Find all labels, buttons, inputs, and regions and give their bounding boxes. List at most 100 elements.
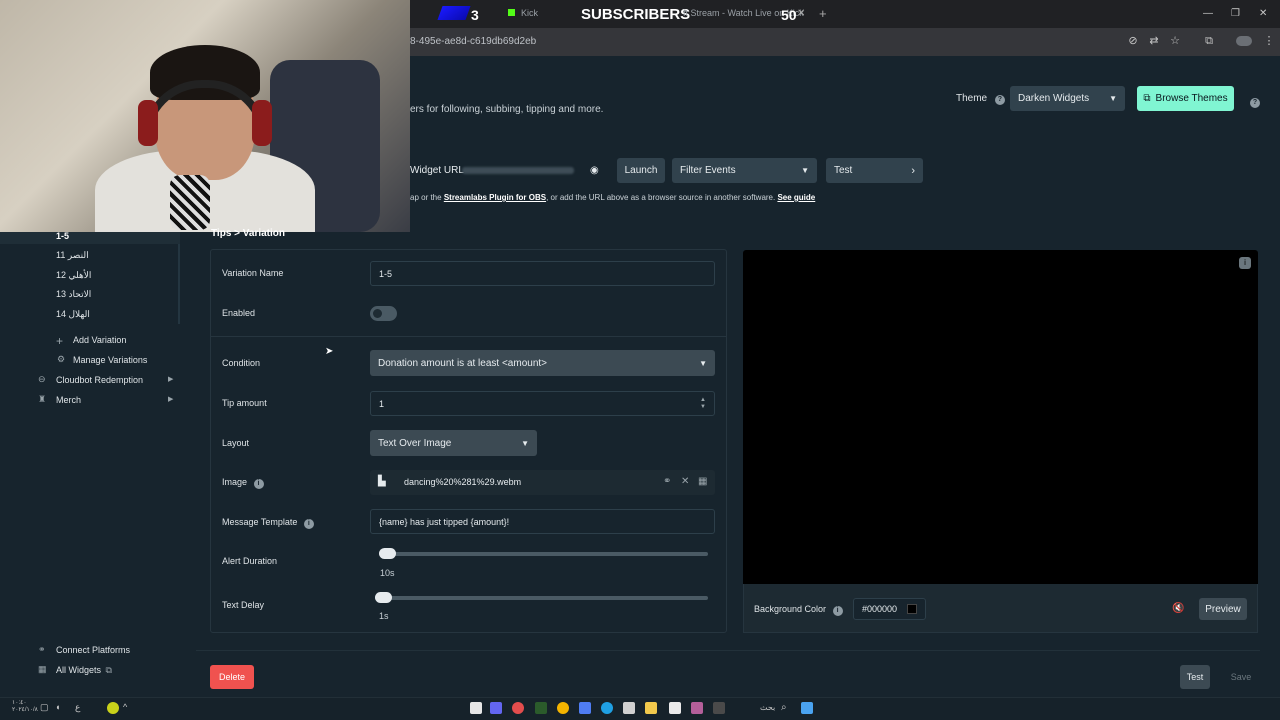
eye-off-icon[interactable]: ⊘	[1127, 35, 1139, 47]
store-icon[interactable]	[623, 702, 635, 714]
taskbar-app-icon[interactable]	[470, 702, 482, 714]
theme-info-icon[interactable]: ?	[994, 95, 1005, 105]
cloudbot-redemption-link[interactable]: Cloudbot Redemption	[56, 375, 143, 385]
add-variation-link[interactable]: Add Variation	[73, 335, 126, 345]
taskbar-search-label[interactable]: بحث	[760, 703, 775, 712]
new-tab-icon[interactable]: +	[819, 6, 827, 21]
clock-date: ٢٠٢٤/١٠/٨	[12, 707, 38, 713]
minimize-icon[interactable]: —	[1203, 8, 1213, 19]
stepper-icon[interactable]: ▲ ▼	[700, 397, 706, 411]
grid-icon[interactable]: ▦	[698, 476, 707, 487]
task-view-icon[interactable]	[713, 702, 725, 714]
tray-chevron-icon[interactable]: ^	[123, 702, 127, 712]
filter-events-select[interactable]: Filter Events ▼	[672, 158, 817, 183]
tray-app-icon[interactable]	[107, 702, 119, 714]
variation-name-input[interactable]: 1-5	[370, 261, 715, 286]
guide-mid: , or add the URL above as a browser sour…	[546, 193, 778, 202]
variation-item-1[interactable]: 1-5	[56, 231, 69, 241]
discord-icon[interactable]	[490, 702, 502, 714]
file-icon: ▙	[378, 476, 386, 487]
image-info-icon[interactable]: i	[253, 479, 264, 489]
merch-link[interactable]: Merch	[56, 395, 81, 405]
manage-variations-link[interactable]: Manage Variations	[73, 355, 147, 365]
extensions-icon[interactable]: ⧉	[1203, 35, 1215, 47]
star-icon[interactable]: ☆	[1169, 35, 1181, 47]
theme-label-text: Theme	[956, 93, 988, 104]
enabled-label: Enabled	[222, 308, 256, 318]
tip-amount-input[interactable]: 1 ▲ ▼	[370, 391, 715, 416]
preview-button[interactable]: Preview	[1199, 598, 1247, 620]
all-widgets-link[interactable]: All Widgets ⧉	[56, 665, 112, 676]
text-delay-handle[interactable]	[375, 592, 392, 603]
browse-themes-label: Browse Themes	[1155, 93, 1228, 104]
preview-info-icon[interactable]: i	[1239, 257, 1251, 269]
theme-label: Theme ?	[956, 93, 1005, 105]
maximize-icon[interactable]: ❐	[1231, 8, 1240, 19]
connect-platforms-link[interactable]: Connect Platforms	[56, 645, 130, 655]
test-action-button[interactable]: Test	[1180, 665, 1210, 689]
widget-url-blurred[interactable]	[462, 167, 574, 174]
caret-right-icon: ▶	[168, 376, 174, 383]
image-label: Image i	[222, 477, 264, 489]
condition-label: Condition	[222, 358, 261, 368]
translate-icon[interactable]: ⇄	[1148, 35, 1160, 47]
close-window-icon[interactable]: ✕	[1259, 8, 1267, 19]
background-color-input[interactable]: #000000	[853, 598, 926, 620]
variation-item-5[interactable]: 14 الهلال	[56, 309, 90, 320]
tip-amount-value: 1	[379, 398, 385, 409]
close-tab-icon[interactable]: ✕	[797, 8, 805, 19]
menu-icon[interactable]: ⋮	[1263, 35, 1275, 47]
color-swatch[interactable]	[907, 604, 917, 614]
clock-time: ١٠:٤٠	[12, 700, 27, 706]
alert-duration-slider[interactable]	[379, 552, 708, 556]
app-icon[interactable]	[691, 702, 703, 714]
edge-icon[interactable]	[601, 702, 613, 714]
profile-avatar[interactable]	[1236, 36, 1252, 46]
save-button[interactable]: Save	[1222, 665, 1260, 689]
delete-button[interactable]: Delete	[210, 665, 254, 689]
message-info-icon[interactable]: i	[303, 519, 314, 529]
browse-themes-button[interactable]: ⧉ Browse Themes	[1137, 86, 1234, 111]
message-template-input[interactable]: {name} has just tipped {amount}!	[370, 509, 715, 534]
url-text[interactable]: 8-495e-ae8d-c619db69d2eb	[410, 36, 536, 47]
obs-icon[interactable]	[512, 702, 524, 714]
layout-select[interactable]: Text Over Image ▼	[370, 430, 537, 456]
notepad-icon[interactable]	[669, 702, 681, 714]
eye-icon[interactable]: ◉	[590, 165, 599, 176]
theme-select-value: Darken Widgets	[1018, 93, 1090, 104]
enabled-toggle[interactable]	[370, 306, 397, 321]
grid-icon: ▦	[38, 664, 47, 674]
link-icon[interactable]: ⚭	[663, 476, 671, 487]
variation-item-4[interactable]: 13 الاتحاد	[56, 289, 91, 300]
notification-icon[interactable]: ▢	[40, 702, 49, 713]
clear-icon[interactable]: ✕	[681, 476, 689, 487]
mute-icon[interactable]: 🔇	[1172, 603, 1184, 614]
chevron-down-icon: ▼	[699, 358, 707, 368]
vscode-icon[interactable]	[579, 702, 591, 714]
chrome-icon[interactable]	[557, 702, 569, 714]
test-button[interactable]: Test ›	[826, 158, 923, 183]
search-icon[interactable]: ⌕	[781, 702, 787, 713]
bg-color-info-icon[interactable]: i	[832, 606, 843, 616]
variation-item-3[interactable]: 12 الأهلي	[56, 270, 91, 281]
text-delay-slider[interactable]	[375, 596, 708, 600]
condition-select[interactable]: Donation amount is at least <amount> ▼	[370, 350, 715, 376]
cloudbot-icon: ⊖	[38, 374, 46, 384]
streamlabs-plugin-link[interactable]: Streamlabs Plugin for OBS	[444, 193, 546, 202]
volume-icon[interactable]: ◖	[55, 702, 60, 712]
tab-label[interactable]: Kick	[521, 8, 538, 18]
theme-select[interactable]: Darken Widgets ▼	[1010, 86, 1125, 111]
terminal-icon[interactable]	[535, 702, 547, 714]
windows-start-icon[interactable]	[801, 702, 813, 714]
alert-duration-value: 10s	[380, 568, 395, 578]
alert-duration-handle[interactable]	[379, 548, 396, 559]
language-icon[interactable]: ع	[75, 702, 80, 713]
message-template-label: Message Template i	[222, 517, 314, 529]
chevron-right-icon: ›	[911, 164, 915, 177]
launch-button[interactable]: Launch	[617, 158, 665, 183]
see-guide-link[interactable]: See guide	[777, 193, 815, 202]
chevron-down-icon: ▼	[1109, 94, 1117, 103]
help-icon[interactable]: ?	[1250, 93, 1260, 108]
variation-item-2[interactable]: 11 النصر	[56, 250, 89, 261]
folder-icon[interactable]	[645, 702, 657, 714]
